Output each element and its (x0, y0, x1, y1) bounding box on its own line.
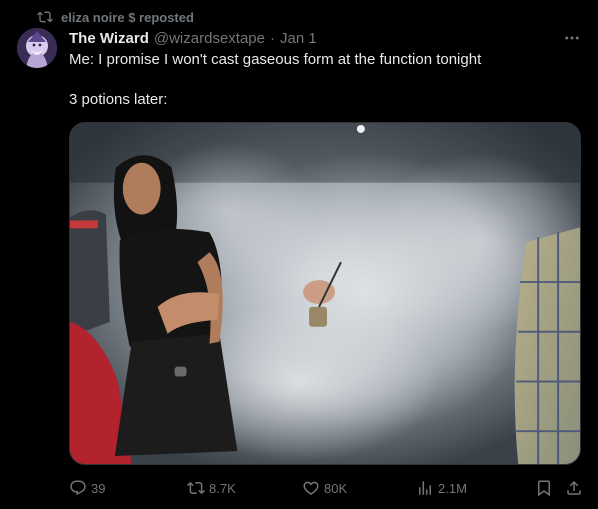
handle[interactable]: @wizardsextape (154, 30, 265, 47)
like-count: 80K (324, 480, 348, 496)
tweet-text: Me: I promise I won't cast gaseous form … (69, 50, 579, 110)
tweet-line-2: 3 potions later: (69, 91, 168, 108)
views-count: 2.1M (438, 480, 467, 496)
action-bar: 39 8.7K 80K 2.1M (69, 478, 583, 498)
tweet-photo[interactable] (69, 122, 581, 465)
bookmark-button[interactable] (535, 479, 553, 497)
bookmark-icon (538, 480, 550, 497)
timestamp[interactable]: Jan 1 (280, 30, 317, 47)
like-button[interactable]: 80K (302, 479, 347, 497)
repost-icon (187, 481, 205, 495)
repost-count: 8.7K (209, 480, 236, 496)
reply-icon (70, 480, 86, 496)
heart-icon (303, 481, 319, 495)
repost-icon (37, 11, 53, 23)
separator-dot: · (269, 29, 275, 47)
reply-count: 39 (91, 480, 106, 496)
views-button[interactable]: 2.1M (416, 479, 467, 497)
repost-text[interactable]: eliza noire $ reposted (61, 10, 194, 25)
repost-button[interactable]: 8.7K (187, 479, 236, 497)
views-icon (419, 481, 431, 495)
avatar[interactable] (17, 28, 57, 68)
photo-illustration (70, 123, 580, 464)
display-name[interactable]: The Wizard (69, 30, 149, 47)
tweet-line-1: Me: I promise I won't cast gaseous form … (69, 51, 482, 68)
more-button[interactable] (562, 28, 582, 48)
more-dots-icon (565, 36, 579, 40)
share-icon (567, 480, 581, 495)
repost-indicator: eliza noire $ reposted (37, 8, 194, 26)
share-button[interactable] (565, 479, 583, 497)
tweet-header: The Wizard @wizardsextape · Jan 1 (69, 28, 317, 48)
reply-button[interactable]: 39 (69, 479, 105, 497)
